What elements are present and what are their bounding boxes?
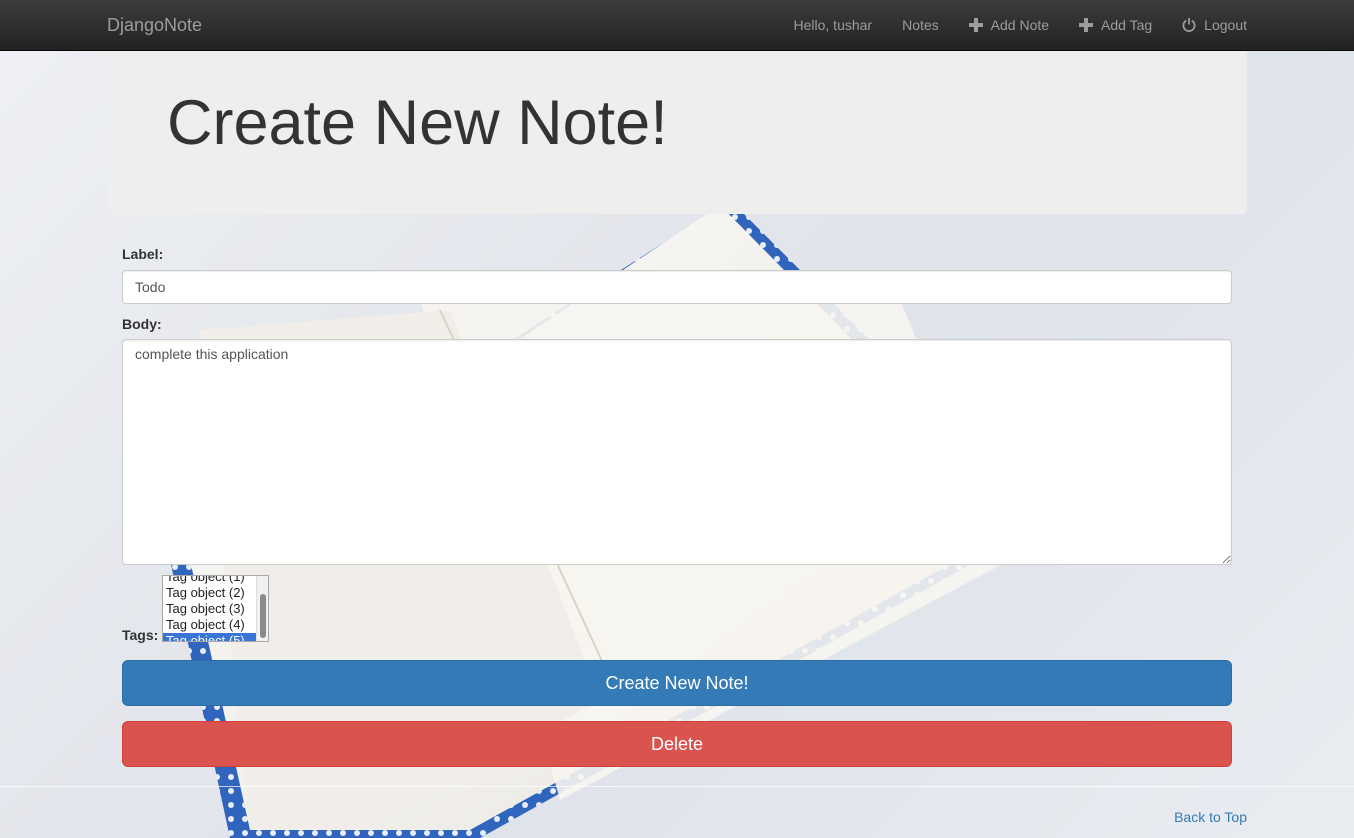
- footer-divider: [0, 786, 1354, 787]
- create-note-button[interactable]: Create New Note!: [122, 660, 1232, 706]
- jumbotron: Create New Note!: [107, 51, 1247, 214]
- label-field-label: Label:: [122, 246, 164, 262]
- tag-option[interactable]: Tag object (2): [163, 585, 257, 601]
- power-icon: [1182, 18, 1196, 32]
- plus-icon: [1079, 18, 1094, 32]
- add-tag-label: Add Tag: [1101, 17, 1153, 33]
- nav-greeting[interactable]: Hello, tushar: [779, 0, 888, 50]
- plus-icon: [968, 18, 983, 32]
- nav-add-note[interactable]: Add Note: [954, 0, 1064, 50]
- tags-scrollbar[interactable]: [256, 576, 268, 641]
- brand-link[interactable]: DjangoNote: [107, 0, 202, 50]
- tags-multiselect[interactable]: Tag object (1) Tag object (2) Tag object…: [162, 575, 269, 642]
- tags-options-list: Tag object (1) Tag object (2) Tag object…: [163, 576, 257, 641]
- tag-option[interactable]: Tag object (3): [163, 601, 257, 617]
- back-to-top-link[interactable]: Back to Top: [1174, 809, 1247, 825]
- nav-add-tag[interactable]: Add Tag: [1064, 0, 1167, 50]
- navbar-right: Hello, tushar Notes Add Note Add Tag Log…: [779, 0, 1248, 50]
- logout-label: Logout: [1204, 17, 1247, 33]
- notes-label: Notes: [902, 17, 939, 33]
- delete-button[interactable]: Delete: [122, 721, 1232, 767]
- navbar: DjangoNote Hello, tushar Notes Add Note …: [0, 0, 1354, 51]
- tag-option[interactable]: Tag object (4): [163, 617, 257, 633]
- body-textarea[interactable]: complete this application: [122, 339, 1232, 565]
- greeting-label: Hello, tushar: [793, 17, 873, 33]
- tags-scrollbar-thumb[interactable]: [260, 594, 266, 638]
- nav-logout[interactable]: Logout: [1167, 0, 1247, 50]
- nav-notes[interactable]: Notes: [887, 0, 954, 50]
- tag-option-selected[interactable]: Tag object (5): [163, 633, 257, 641]
- body-field-label: Body:: [122, 316, 162, 332]
- add-note-label: Add Note: [990, 17, 1050, 33]
- tags-field-label: Tags:: [122, 627, 159, 643]
- tag-option[interactable]: Tag object (1): [163, 576, 257, 585]
- label-input[interactable]: [122, 270, 1232, 304]
- page-title: Create New Note!: [167, 88, 668, 158]
